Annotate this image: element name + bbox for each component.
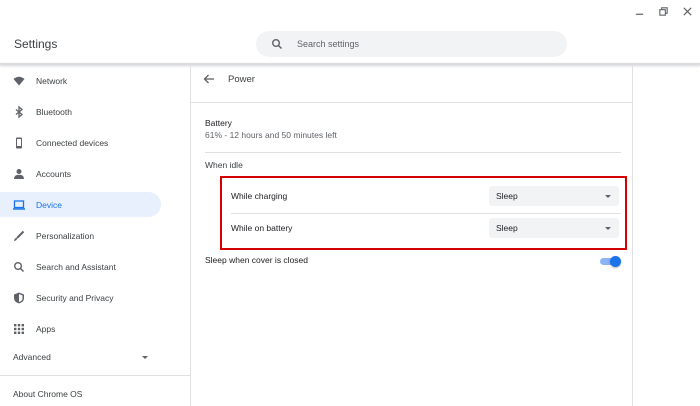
sidebar-item-apps[interactable]: Apps	[0, 316, 161, 341]
highlight-box	[220, 176, 627, 250]
shield-icon	[13, 292, 25, 304]
sleep-on-cover-label: Sleep when cover is closed	[205, 255, 309, 265]
person-icon	[13, 168, 25, 180]
sidebar-item-device[interactable]: Device	[0, 192, 161, 217]
search-icon	[271, 38, 283, 50]
battery-status: 61% - 12 hours and 50 minutes left	[205, 130, 337, 140]
page-title: Power	[228, 73, 255, 85]
page-header: Power	[203, 73, 255, 85]
sidebar-advanced-toggle[interactable]: Advanced	[0, 346, 161, 368]
sidebar-item-label: Connected devices	[36, 137, 109, 148]
sidebar-item-connected-devices[interactable]: Connected devices	[0, 130, 161, 155]
sidebar-item-label: Accounts	[36, 168, 71, 179]
battery-label: Battery	[205, 118, 232, 128]
sidebar-item-label: Search and Assistant	[36, 261, 116, 272]
back-arrow-icon[interactable]	[203, 73, 215, 85]
search-icon	[13, 261, 25, 273]
header-divider	[0, 63, 700, 65]
sidebar-item-label: Bluetooth	[36, 106, 72, 117]
sleep-on-cover-toggle[interactable]	[599, 255, 621, 267]
sidebar-item-label: Personalization	[36, 230, 95, 241]
sidebar-item-security-and-privacy[interactable]: Security and Privacy	[0, 285, 161, 310]
wifi-icon	[13, 75, 25, 87]
main-panel: Power Battery 61% - 12 hours and 50 minu…	[190, 66, 633, 406]
sidebar-advanced-label: Advanced	[13, 352, 51, 362]
sidebar-item-label: Security and Privacy	[36, 292, 114, 303]
toggle-knob	[610, 256, 621, 267]
when-idle-heading: When idle	[205, 160, 243, 170]
sidebar-item-search-and-assistant[interactable]: Search and Assistant	[0, 254, 161, 279]
laptop-icon	[13, 199, 25, 211]
sidebar: Network Bluetooth Connected devices Acco…	[0, 66, 190, 406]
sidebar-item-label: Apps	[36, 323, 56, 334]
sidebar-item-label: Network	[36, 75, 68, 86]
chevron-down-icon	[142, 355, 148, 359]
search-box[interactable]	[256, 31, 567, 57]
bluetooth-icon	[13, 105, 25, 118]
sidebar-divider	[0, 375, 190, 376]
app-title: Settings	[14, 37, 58, 51]
apps-grid-icon	[13, 323, 25, 335]
phone-icon	[13, 137, 25, 149]
sidebar-item-accounts[interactable]: Accounts	[0, 161, 161, 186]
sidebar-item-network[interactable]: Network	[0, 68, 161, 93]
title-divider	[191, 102, 632, 103]
sidebar-item-bluetooth[interactable]: Bluetooth	[0, 99, 161, 124]
brush-icon	[13, 230, 25, 242]
sidebar-item-label: Device	[36, 199, 62, 210]
sidebar-item-about[interactable]: About Chrome OS	[13, 389, 82, 399]
section-divider	[205, 152, 621, 153]
search-input[interactable]	[297, 39, 547, 49]
sidebar-item-personalization[interactable]: Personalization	[0, 223, 161, 248]
header: Settings	[0, 0, 700, 64]
